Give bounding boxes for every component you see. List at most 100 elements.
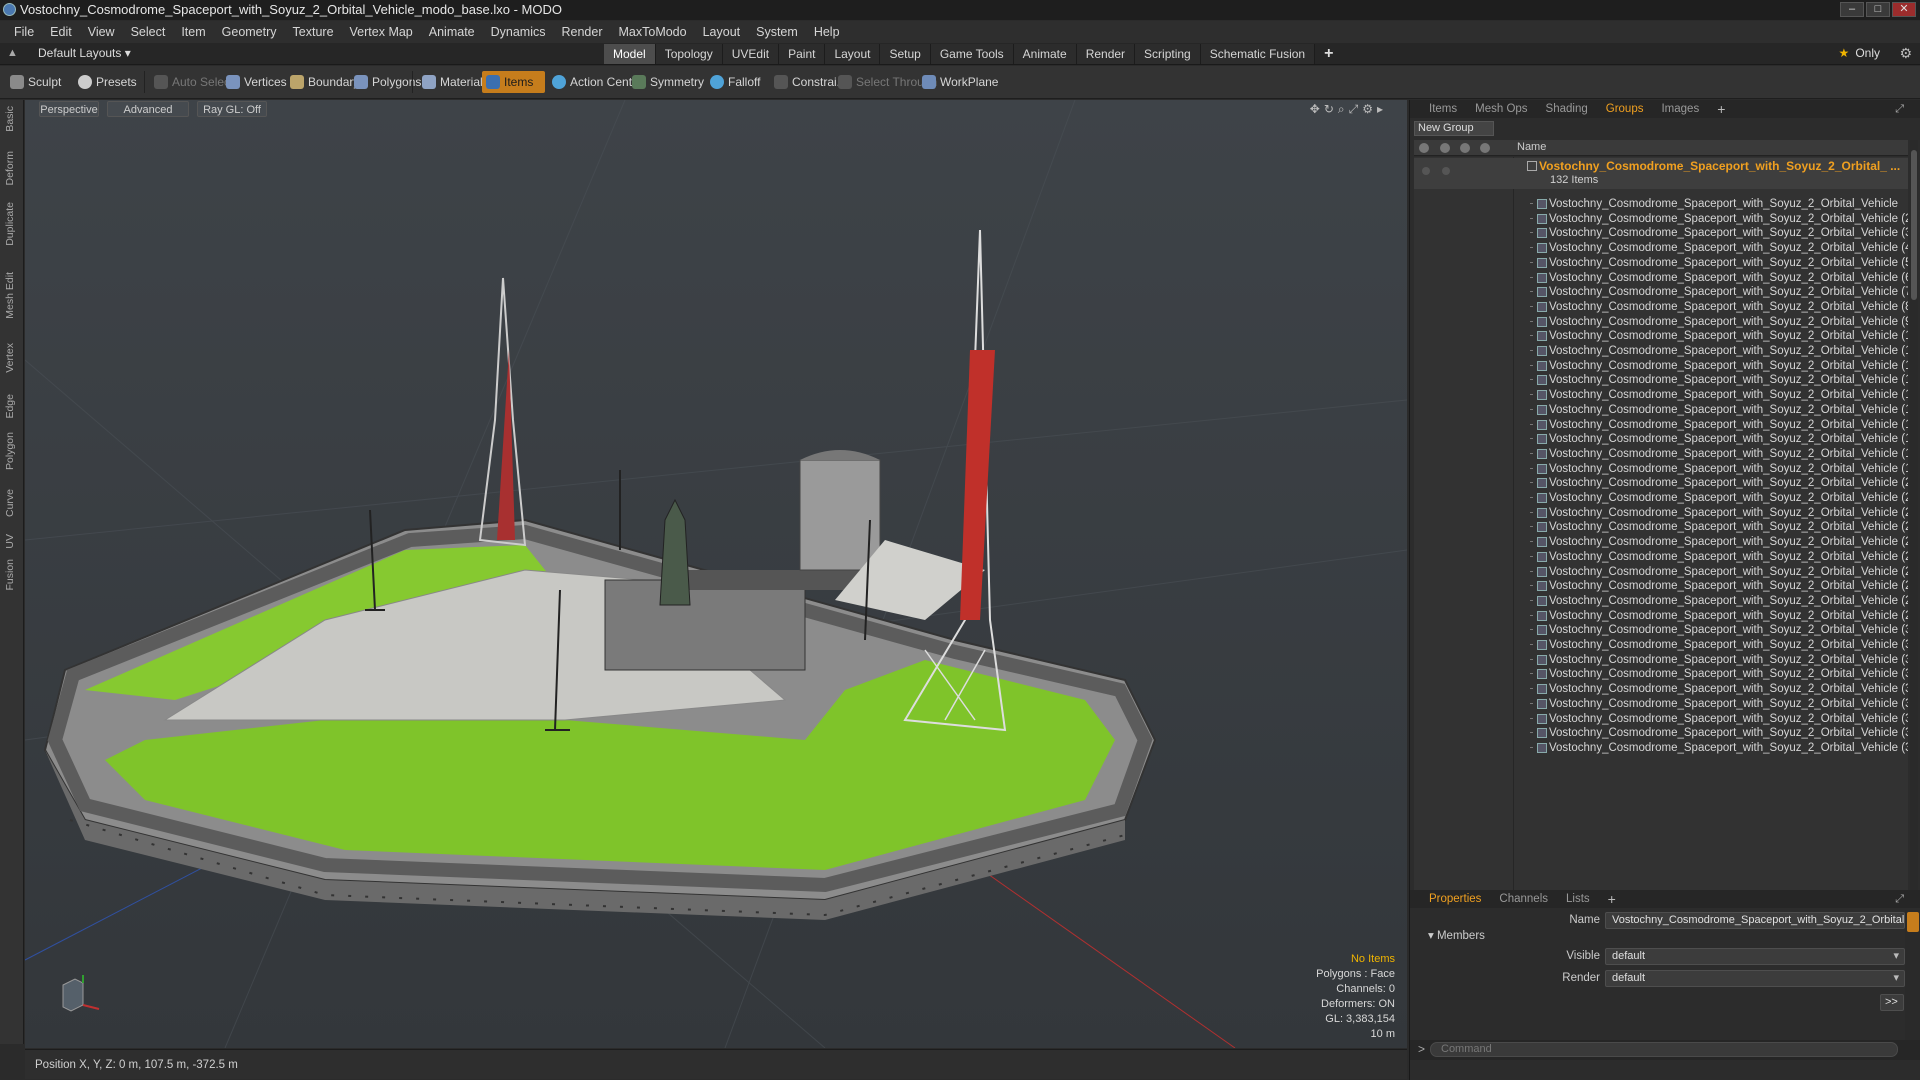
menu-view[interactable]: View bbox=[80, 25, 123, 39]
polygons-button[interactable]: Polygons bbox=[350, 71, 421, 93]
more-button[interactable]: >> bbox=[1880, 994, 1904, 1011]
sculpt-button[interactable]: Sculpt bbox=[6, 71, 61, 93]
menu-layout[interactable]: Layout bbox=[695, 25, 749, 39]
menu-vertex-map[interactable]: Vertex Map bbox=[342, 25, 421, 39]
tab-animate[interactable]: Animate bbox=[1013, 44, 1077, 64]
menu-animate[interactable]: Animate bbox=[421, 25, 483, 39]
side-tab-active[interactable] bbox=[1907, 912, 1919, 932]
3d-viewport[interactable]: Perspective Advanced Ray GL: Off ✥↻⌕⤢⚙▸ … bbox=[25, 100, 1407, 1048]
side-tab-duplicate[interactable]: Duplicate bbox=[4, 202, 20, 246]
tab-layout[interactable]: Layout bbox=[825, 44, 881, 64]
side-tab-edge[interactable]: Edge bbox=[4, 394, 20, 419]
panel-tab-properties[interactable]: Properties bbox=[1420, 890, 1490, 908]
auto-select-button[interactable]: Auto Select bbox=[150, 71, 233, 93]
tab-schematic-fusion[interactable]: Schematic Fusion bbox=[1200, 44, 1316, 64]
menu-system[interactable]: System bbox=[748, 25, 806, 39]
menu-help[interactable]: Help bbox=[806, 25, 848, 39]
mesh-item-icon bbox=[1537, 654, 1547, 665]
workplane-button[interactable]: WorkPlane bbox=[918, 71, 998, 93]
tab-setup[interactable]: Setup bbox=[880, 44, 931, 64]
view-type-button[interactable]: Perspective bbox=[39, 101, 99, 117]
maximize-button[interactable]: □ bbox=[1866, 2, 1890, 17]
menu-file[interactable]: File bbox=[6, 25, 42, 39]
name-column-header[interactable]: Name bbox=[1517, 141, 1546, 153]
viewport-nav-icons[interactable]: ✥↻⌕⤢⚙▸ bbox=[1310, 102, 1387, 117]
side-tab-deform[interactable]: Deform bbox=[4, 151, 20, 185]
menu-select[interactable]: Select bbox=[123, 25, 174, 39]
vertices-icon bbox=[226, 75, 240, 89]
only-toggle[interactable]: ★ Only bbox=[1839, 46, 1880, 60]
channels-info: Channels: 0 bbox=[1336, 983, 1395, 995]
side-tab-basic[interactable]: Basic bbox=[4, 106, 20, 132]
items-button[interactable]: Items bbox=[482, 71, 546, 93]
visible-value: default bbox=[1612, 950, 1646, 962]
new-group-button[interactable]: New Group bbox=[1414, 121, 1494, 136]
expand-panel-icon[interactable]: ⤢ bbox=[1886, 100, 1913, 118]
falloff-button[interactable]: Falloff bbox=[706, 71, 760, 93]
menu-texture[interactable]: Texture bbox=[285, 25, 342, 39]
mesh-item-icon bbox=[1537, 434, 1547, 445]
symmetry-icon bbox=[632, 75, 646, 89]
shading-mode-button[interactable]: Advanced bbox=[107, 101, 189, 117]
boundary-button[interactable]: Boundary bbox=[286, 71, 359, 93]
mesh-item-icon bbox=[1537, 301, 1547, 312]
command-input[interactable]: Command bbox=[1430, 1042, 1898, 1057]
close-button[interactable]: ✕ bbox=[1892, 2, 1916, 17]
add-panel-tab-button[interactable]: + bbox=[1708, 100, 1734, 118]
menu-maxtomodo[interactable]: MaxToModo bbox=[611, 25, 695, 39]
render-dropdown[interactable]: default ▾ bbox=[1605, 970, 1905, 987]
tab-topology[interactable]: Topology bbox=[655, 44, 723, 64]
materials-button[interactable]: Materials bbox=[418, 71, 489, 93]
lock-column-icon bbox=[1440, 143, 1450, 153]
tab-model[interactable]: Model bbox=[604, 44, 656, 64]
side-tab-uv[interactable]: UV bbox=[4, 534, 20, 549]
lock-toggle-icon[interactable] bbox=[1442, 167, 1450, 175]
side-tab-vertex[interactable]: Vertex bbox=[4, 343, 20, 373]
add-panel-tab-button[interactable]: + bbox=[1599, 890, 1625, 908]
tab-game-tools[interactable]: Game Tools bbox=[930, 44, 1014, 64]
side-tab-mesh-edit[interactable]: Mesh Edit bbox=[4, 272, 20, 319]
side-tab-curve[interactable]: Curve bbox=[4, 489, 20, 517]
menu-edit[interactable]: Edit bbox=[42, 25, 80, 39]
menu-dynamics[interactable]: Dynamics bbox=[483, 25, 554, 39]
panel-tab-items[interactable]: Items bbox=[1420, 100, 1466, 118]
workplane-label: WorkPlane bbox=[940, 75, 999, 89]
symmetry-button[interactable]: Symmetry bbox=[628, 71, 704, 93]
gl-info: GL: 3,383,154 bbox=[1325, 1013, 1395, 1025]
layout-home-icon[interactable]: ▲ bbox=[7, 47, 21, 61]
panel-tab-images[interactable]: Images bbox=[1652, 100, 1708, 118]
tab-scripting[interactable]: Scripting bbox=[1135, 44, 1201, 64]
menu-geometry[interactable]: Geometry bbox=[214, 25, 285, 39]
group-item-row[interactable]: Vostochny_Cosmodrome_Spaceport_with_Soyu… bbox=[1414, 739, 1908, 757]
members-section[interactable]: ▾ Members bbox=[1414, 928, 1914, 944]
panel-tab-mesh-ops[interactable]: Mesh Ops bbox=[1466, 100, 1536, 118]
expand-panel-icon[interactable]: ⤢ bbox=[1886, 890, 1913, 908]
panel-tab-shading[interactable]: Shading bbox=[1537, 100, 1597, 118]
presets-button[interactable]: Presets bbox=[74, 71, 137, 93]
name-field[interactable]: Vostochny_Cosmodrome_Spaceport_with_Soyu… bbox=[1605, 912, 1905, 929]
group-row[interactable]: Vostochny_Cosmodrome_Spaceport_with_Soyu… bbox=[1414, 158, 1908, 189]
group-list-scrollbar[interactable] bbox=[1910, 140, 1918, 980]
visibility-toggle-icon[interactable] bbox=[1422, 167, 1430, 175]
tab-render[interactable]: Render bbox=[1076, 44, 1136, 64]
side-tab-polygon[interactable]: Polygon bbox=[4, 432, 20, 470]
panel-tabs-bottom: Properties Channels Lists + ⤢ bbox=[1410, 890, 1920, 908]
panel-tab-lists[interactable]: Lists bbox=[1557, 890, 1599, 908]
panel-tab-groups[interactable]: Groups bbox=[1597, 100, 1653, 118]
visible-dropdown[interactable]: default ▾ bbox=[1605, 948, 1905, 965]
mesh-item-icon bbox=[1537, 419, 1547, 430]
menu-item[interactable]: Item bbox=[173, 25, 213, 39]
group-list[interactable]: Vostochny_Cosmodrome_Spaceport_with_Soyu… bbox=[1414, 157, 1908, 981]
gear-icon[interactable]: ⚙ bbox=[1899, 45, 1912, 62]
raygl-button[interactable]: Ray GL: Off bbox=[197, 101, 267, 117]
tab-paint[interactable]: Paint bbox=[779, 44, 826, 64]
side-tab-fusion[interactable]: Fusion bbox=[4, 559, 20, 591]
add-tab-button[interactable]: + bbox=[1315, 44, 1342, 64]
layout-selector[interactable]: Default Layouts ▾ bbox=[38, 46, 131, 60]
vertices-button[interactable]: Vertices bbox=[222, 71, 287, 93]
panel-tab-channels[interactable]: Channels bbox=[1490, 890, 1557, 908]
mesh-item-icon bbox=[1537, 287, 1547, 298]
menu-render[interactable]: Render bbox=[554, 25, 611, 39]
minimize-button[interactable]: – bbox=[1840, 2, 1864, 17]
tab-uvedit[interactable]: UVEdit bbox=[722, 44, 780, 64]
